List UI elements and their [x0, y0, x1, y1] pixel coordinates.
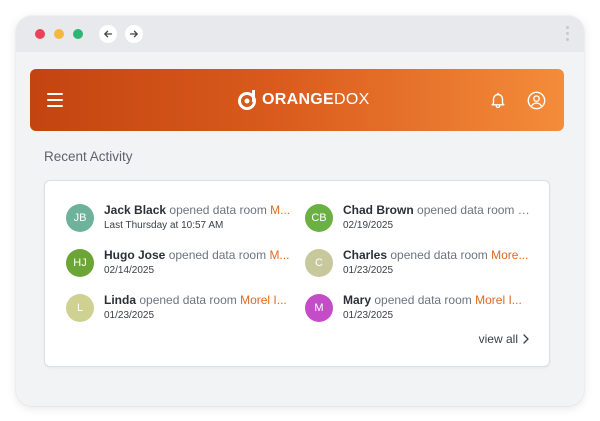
hamburger-menu-icon[interactable] — [47, 93, 63, 107]
browser-menu-icon[interactable] — [566, 26, 570, 44]
logo-mark-icon — [238, 90, 256, 110]
activity-item[interactable]: M Mary opened data room Morel I... 01/23… — [305, 289, 535, 329]
avatar: M — [305, 294, 333, 322]
activity-timestamp: 01/23/2025 — [104, 310, 155, 321]
avatar: JB — [66, 204, 94, 232]
activity-timestamp: 02/14/2025 — [104, 265, 155, 276]
orangedox-logo[interactable]: ORANGEDOX — [237, 88, 370, 112]
activity-room-link[interactable]: M... — [270, 203, 290, 217]
activity-room-link[interactable]: Morel I... — [240, 293, 287, 307]
view-all-link[interactable]: view all — [479, 332, 529, 346]
activity-item[interactable]: L Linda opened data room Morel I... 01/2… — [66, 289, 296, 329]
activity-action: opened data room — [417, 203, 515, 217]
browser-window: ORANGEDOX Recent Activity JB Jack Black … — [16, 16, 584, 406]
activity-action: opened data room — [169, 203, 267, 217]
arrow-left-icon — [104, 30, 113, 38]
forward-button[interactable] — [125, 25, 143, 43]
logo-text-bold: ORANGE — [262, 91, 335, 108]
avatar: C — [305, 249, 333, 277]
minimize-window-button[interactable] — [54, 29, 64, 39]
back-button[interactable] — [99, 25, 117, 43]
activity-item[interactable]: CB Chad Brown opened data room M... 02/1… — [305, 199, 535, 239]
activity-item[interactable]: HJ Hugo Jose opened data room M... 02/14… — [66, 244, 296, 284]
activity-timestamp: 02/19/2025 — [343, 220, 394, 231]
maximize-window-button[interactable] — [73, 29, 83, 39]
activity-actor: Hugo Jose — [104, 248, 166, 262]
logo-text-light: DOX — [334, 91, 370, 108]
app-header: ORANGEDOX — [30, 69, 564, 131]
activity-actor: Chad Brown — [343, 203, 414, 217]
activity-actor: Mary — [343, 293, 372, 307]
activity-action: opened data room — [374, 293, 472, 307]
close-window-button[interactable] — [35, 29, 45, 39]
activity-timestamp: 01/23/2025 — [343, 265, 394, 276]
activity-timestamp: 01/23/2025 — [343, 310, 394, 321]
activity-action: opened data room — [168, 248, 267, 262]
avatar: CB — [305, 204, 333, 232]
activity-item[interactable]: C Charles opened data room More... 01/23… — [305, 244, 535, 284]
activity-action: opened data room — [139, 293, 237, 307]
view-all-label: view all — [478, 332, 518, 346]
user-profile-icon[interactable] — [527, 91, 546, 110]
avatar: L — [66, 294, 94, 322]
arrow-right-icon — [129, 30, 138, 38]
browser-titlebar — [16, 16, 584, 52]
activity-action: opened data room — [390, 248, 488, 262]
avatar: HJ — [66, 249, 94, 277]
activity-room-link[interactable]: Morel I... — [475, 293, 522, 307]
activity-actor: Jack Black — [104, 203, 167, 217]
activity-room-link[interactable]: M... — [518, 203, 531, 217]
activity-actor: Charles — [343, 248, 388, 262]
activity-item[interactable]: JB Jack Black opened data room M... Last… — [66, 199, 296, 239]
activity-actor: Linda — [104, 293, 136, 307]
bell-icon[interactable] — [489, 91, 507, 109]
activity-timestamp: Last Thursday at 10:57 AM — [104, 220, 224, 231]
activity-room-link[interactable]: More... — [491, 248, 528, 262]
recent-activity-title: Recent Activity — [44, 149, 133, 164]
activity-room-link[interactable]: M... — [269, 248, 289, 262]
chevron-right-icon — [523, 334, 529, 344]
recent-activity-card: JB Jack Black opened data room M... Last… — [44, 180, 550, 367]
